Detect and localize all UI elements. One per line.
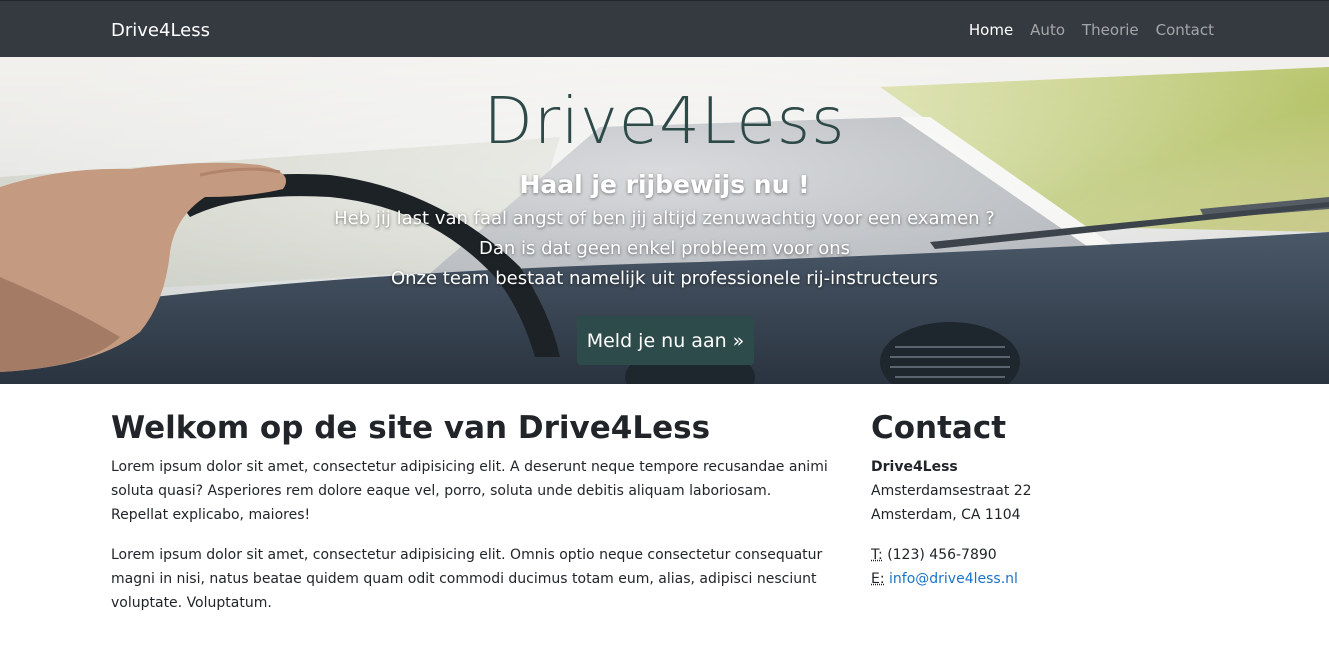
nav-link-auto[interactable]: Auto xyxy=(1030,21,1065,39)
contact-street: Amsterdamsestraat 22 xyxy=(871,483,1032,499)
hero-text-line: Heb jij last van faal angst of ben jij a… xyxy=(334,208,995,229)
navbar-brand[interactable]: Drive4Less xyxy=(111,20,210,41)
contact-email-row: E: info@drive4less.nl xyxy=(871,567,1171,591)
nav-link-home[interactable]: Home xyxy=(969,21,1013,39)
phone-label: T: xyxy=(871,547,883,563)
nav-link-theorie[interactable]: Theorie xyxy=(1082,21,1139,39)
contact-heading: Contact xyxy=(871,410,1007,446)
hero-subtitle: Haal je rijbewijs nu ! xyxy=(519,170,810,199)
email-link[interactable]: info@drive4less.nl xyxy=(889,571,1018,587)
phone-number: (123) 456-7890 xyxy=(887,547,997,563)
contact-company: Drive4Less xyxy=(871,459,958,475)
signup-button[interactable]: Meld je nu aan » xyxy=(577,316,754,365)
email-label: E: xyxy=(871,571,885,587)
welcome-section: Welkom op de site van Drive4Less Lorem i… xyxy=(111,410,831,631)
nav-links: Home Auto Theorie Contact xyxy=(952,21,1214,39)
hero-text-line: Dan is dat geen enkel probleem voor ons xyxy=(479,238,850,259)
hero-jumbotron: Drive4Less Haal je rijbewijs nu ! Heb ji… xyxy=(0,57,1329,384)
welcome-heading: Welkom op de site van Drive4Less xyxy=(111,410,711,446)
contact-phone-row: T: (123) 456-7890 xyxy=(871,543,1171,567)
welcome-paragraph: Lorem ipsum dolor sit amet, consectetur … xyxy=(111,459,828,523)
contact-city: Amsterdam, CA 1104 xyxy=(871,507,1021,523)
hero-text-line: Onze team bestaat namelijk uit professio… xyxy=(390,268,939,289)
hero-title: Drive4Less xyxy=(483,85,846,159)
contact-section: Contact Drive4Less Amsterdamsestraat 22 … xyxy=(871,410,1171,591)
nav-link-contact[interactable]: Contact xyxy=(1156,21,1214,39)
welcome-paragraph: Lorem ipsum dolor sit amet, consectetur … xyxy=(111,547,823,611)
hero-content: Drive4Less Haal je rijbewijs nu ! Heb ji… xyxy=(0,57,1329,384)
navbar: Drive4Less Home Auto Theorie Contact xyxy=(0,0,1329,57)
